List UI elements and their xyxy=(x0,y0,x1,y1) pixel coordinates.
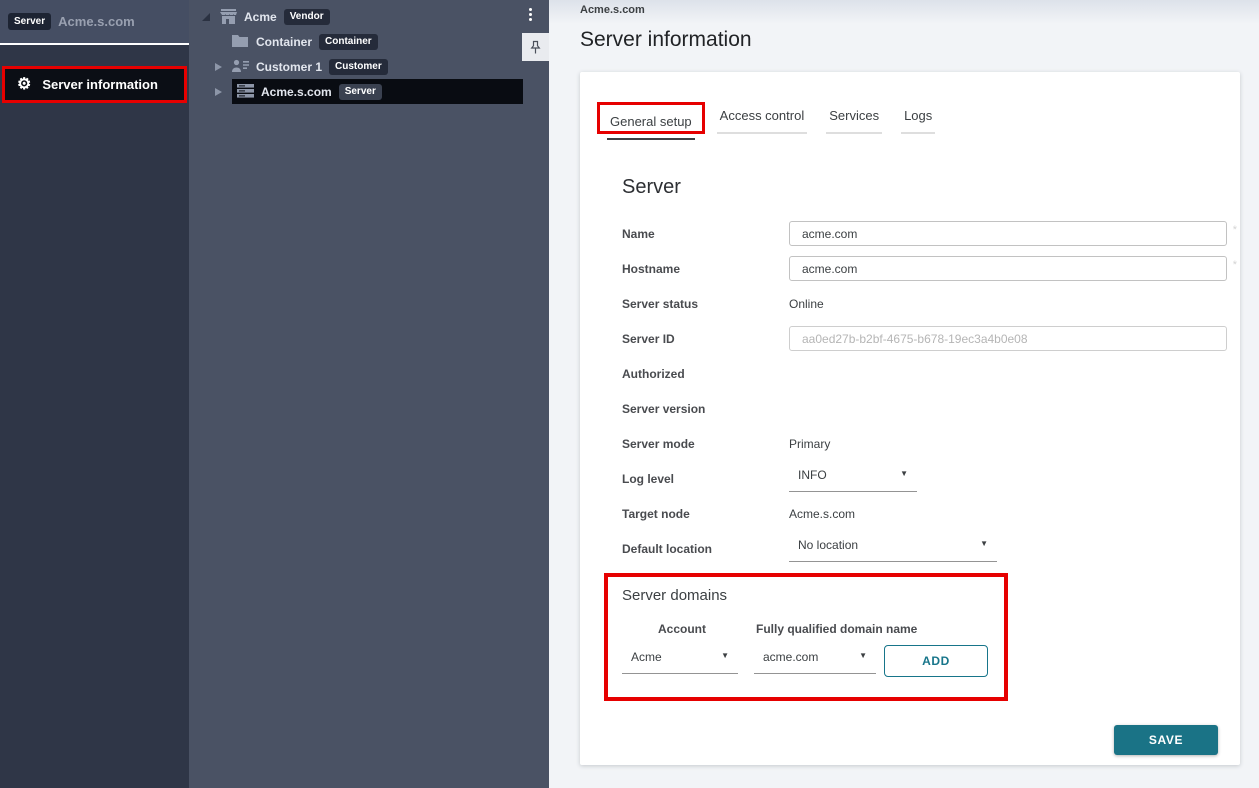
server-domains-headers: Account Fully qualified domain name xyxy=(622,622,1004,636)
form-row-server-version: Server version xyxy=(622,391,1227,426)
field-label: Hostname xyxy=(622,262,789,276)
object-type-badge: Server xyxy=(8,13,51,30)
left-sidebar: Server Acme.s.com ⚙ Server information xyxy=(0,0,189,788)
chevron-down-icon: ▼ xyxy=(980,538,988,550)
main-panel: Acme.s.com Server information General se… xyxy=(549,0,1259,788)
account-select[interactable]: Acme ▼ xyxy=(622,648,738,674)
tree-node-type-badge: Vendor xyxy=(284,9,330,25)
required-marker: * xyxy=(1233,224,1237,236)
server-status-value: Online xyxy=(789,297,824,311)
sidebar-item-label: Server information xyxy=(42,77,158,92)
form-row-server-id: Server ID xyxy=(622,321,1227,356)
sidebar-item-server-information[interactable]: ⚙ Server information xyxy=(5,69,184,100)
server-id-input xyxy=(789,326,1227,351)
form-row-name: Name * xyxy=(622,216,1227,251)
select-value: No location xyxy=(798,538,858,552)
tree-node-type-badge: Customer xyxy=(329,59,388,75)
annotation-box-general-setup-tab: General setup xyxy=(597,102,705,134)
pin-panel-button[interactable] xyxy=(522,33,549,61)
customer-icon xyxy=(232,59,249,74)
store-icon xyxy=(220,9,237,24)
log-level-select[interactable]: INFO ▼ xyxy=(789,466,917,492)
tab-services[interactable]: Services xyxy=(826,108,882,134)
tree-node-label: Customer 1 xyxy=(256,60,322,74)
tree-node-label: Acme xyxy=(244,10,277,24)
annotation-box-server-domains: Server domains Account Fully qualified d… xyxy=(604,573,1008,701)
tree-node-server: Acme.s.com Server xyxy=(189,79,549,104)
fqdn-header: Fully qualified domain name xyxy=(756,622,917,636)
form-row-default-location: Default location No location ▼ xyxy=(622,531,1227,566)
select-value: acme.com xyxy=(763,650,818,664)
server-domains-title: Server domains xyxy=(622,587,1004,604)
default-location-select[interactable]: No location ▼ xyxy=(789,536,997,562)
field-label: Default location xyxy=(622,542,789,556)
server-form: Name * Hostname * Server status Online S… xyxy=(622,216,1227,566)
tree-node-customer[interactable]: Customer 1 Customer xyxy=(189,54,549,79)
form-row-server-mode: Server mode Primary xyxy=(622,426,1227,461)
pin-icon xyxy=(529,40,542,55)
form-row-hostname: Hostname * xyxy=(622,251,1227,286)
field-label: Server status xyxy=(622,297,789,311)
tab-logs[interactable]: Logs xyxy=(901,108,935,134)
breadcrumb: Acme.s.com xyxy=(580,4,1259,16)
form-row-target-node: Target node Acme.s.com xyxy=(622,496,1227,531)
annotation-box-server-information: ⚙ Server information xyxy=(2,66,187,103)
server-mode-value: Primary xyxy=(789,437,830,451)
tree-node-vendor[interactable]: Acme Vendor xyxy=(189,4,549,29)
field-label: Target node xyxy=(622,507,789,521)
chevron-down-icon: ▼ xyxy=(900,468,908,480)
page-title: Server information xyxy=(580,28,1259,52)
folder-icon xyxy=(232,34,249,49)
object-tree-panel: Acme Vendor Container Container Customer… xyxy=(189,0,549,788)
section-title-server: Server xyxy=(622,176,1240,199)
required-marker: * xyxy=(1233,259,1237,271)
target-node-value: Acme.s.com xyxy=(789,507,855,521)
caret-collapsed-icon[interactable] xyxy=(212,63,224,71)
field-label: Server mode xyxy=(622,437,789,451)
caret-expanded-icon[interactable] xyxy=(200,13,212,21)
fqdn-select[interactable]: acme.com ▼ xyxy=(754,648,876,674)
server-information-card: General setup Access control Services Lo… xyxy=(580,72,1240,765)
sidebar-object-title: Acme.s.com xyxy=(58,14,135,29)
field-label: Log level xyxy=(622,472,789,486)
hostname-input[interactable] xyxy=(789,256,1227,281)
name-input[interactable] xyxy=(789,221,1227,246)
form-row-log-level: Log level INFO ▼ xyxy=(622,461,1227,496)
tree-node-type-badge: Server xyxy=(339,84,382,100)
tree-node-container[interactable]: Container Container xyxy=(189,29,549,54)
chevron-down-icon: ▼ xyxy=(721,650,729,662)
tab-access-control[interactable]: Access control xyxy=(717,108,808,134)
tree-node-label: Acme.s.com xyxy=(261,85,332,99)
field-label: Server ID xyxy=(622,332,789,346)
form-row-server-status: Server status Online xyxy=(622,286,1227,321)
tab-general-setup[interactable]: General setup xyxy=(607,114,695,140)
select-value: Acme xyxy=(631,650,662,664)
account-header: Account xyxy=(622,622,742,636)
tree-menu-kebab-icon[interactable] xyxy=(527,6,534,23)
card-footer: SAVE xyxy=(580,725,1240,755)
field-label: Authorized xyxy=(622,367,789,381)
tab-bar: General setup Access control Services Lo… xyxy=(597,102,1240,134)
add-domain-button[interactable]: ADD xyxy=(884,645,988,677)
tree-node-label: Container xyxy=(256,35,312,49)
form-row-authorized: Authorized xyxy=(622,356,1227,391)
save-button[interactable]: SAVE xyxy=(1114,725,1218,755)
sidebar-header: Server Acme.s.com xyxy=(0,0,189,45)
chevron-down-icon: ▼ xyxy=(859,650,867,662)
gear-icon: ⚙ xyxy=(17,77,31,93)
caret-collapsed-icon[interactable] xyxy=(212,88,224,96)
select-value: INFO xyxy=(798,468,827,482)
server-icon xyxy=(237,84,254,99)
tree-node-type-badge: Container xyxy=(319,34,378,50)
tree-node-server-selected[interactable]: Acme.s.com Server xyxy=(232,79,523,104)
field-label: Server version xyxy=(622,402,789,416)
server-domains-controls: Acme ▼ acme.com ▼ ADD xyxy=(622,645,1004,677)
field-label: Name xyxy=(622,227,789,241)
